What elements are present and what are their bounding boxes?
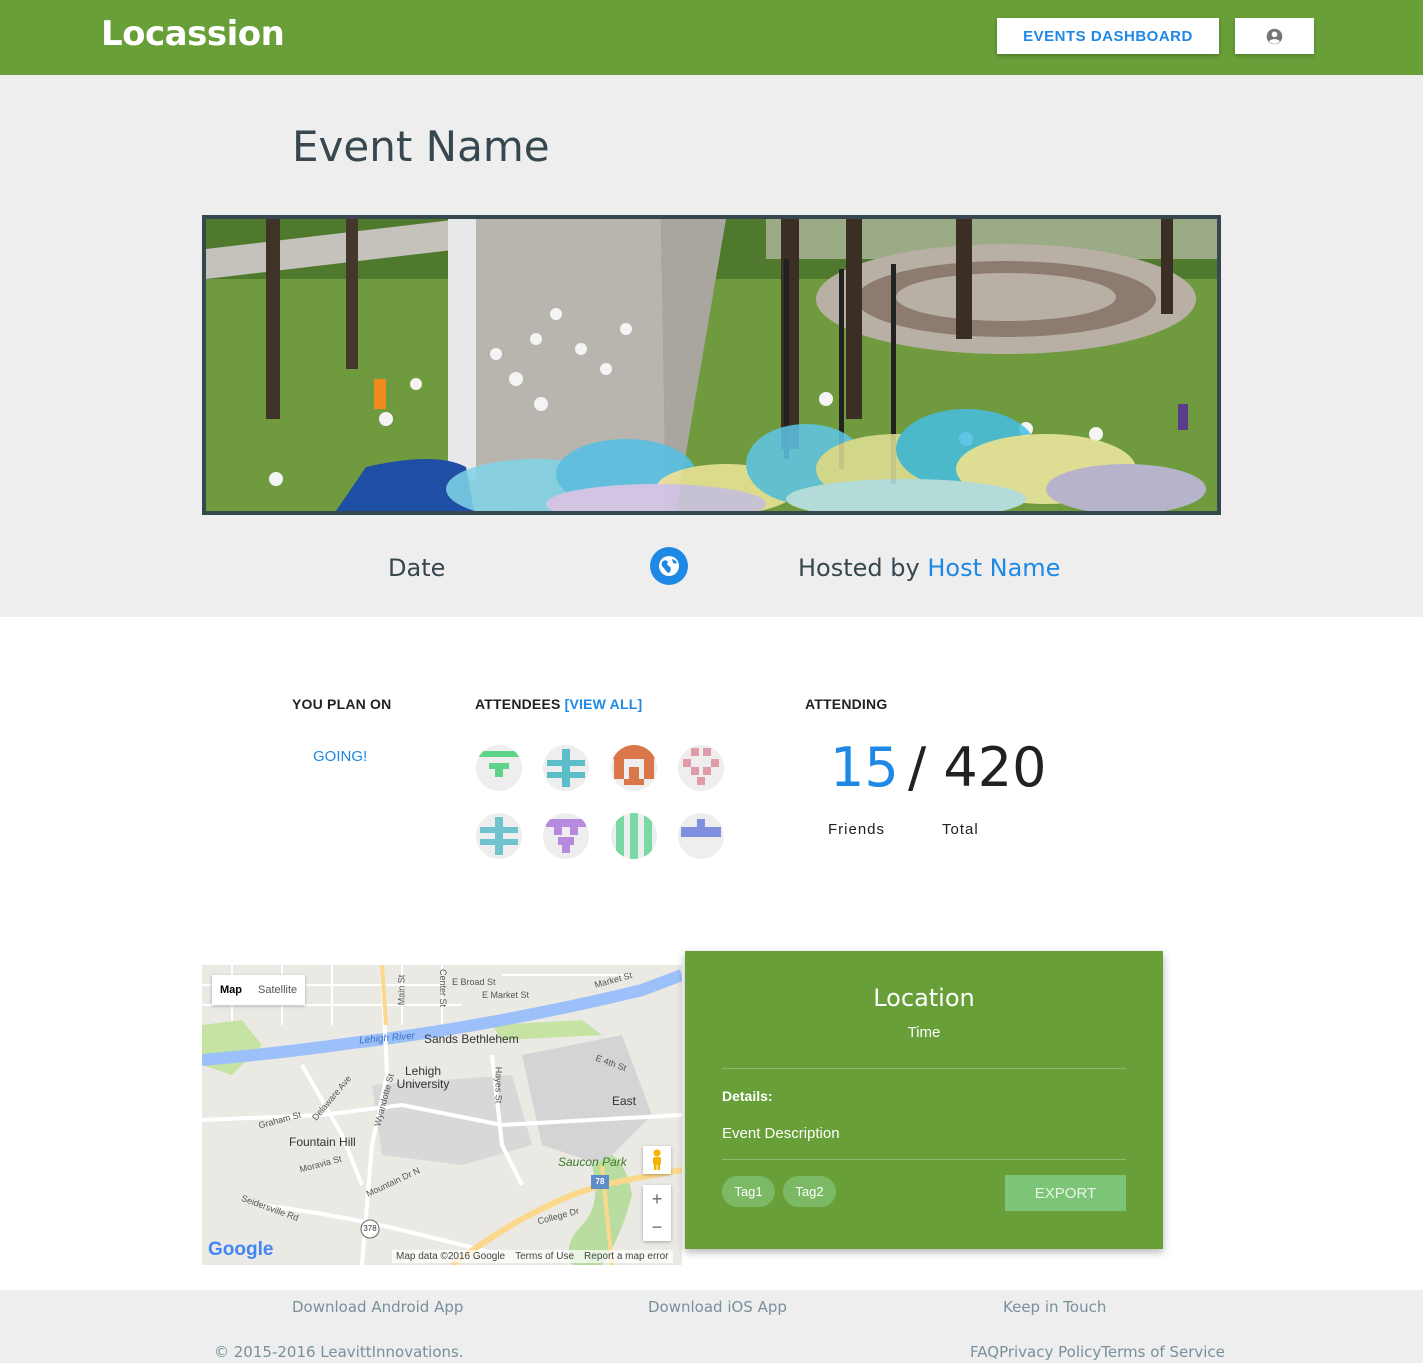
- zoom-control: + −: [643, 1185, 671, 1241]
- event-map[interactable]: East Lehigh River Sands Bethlehem Lehigh…: [202, 965, 682, 1265]
- page-title: Event Name: [292, 122, 550, 171]
- attendee-avatar[interactable]: [678, 813, 724, 859]
- details-label: Details:: [722, 1088, 773, 1104]
- attendee-avatar[interactable]: [476, 745, 522, 791]
- google-logo-text: Google: [208, 1239, 274, 1260]
- map-label-e-broad-st: E Broad St: [452, 977, 496, 987]
- friends-attending-count: 15: [830, 736, 899, 799]
- event-time: Time: [907, 1024, 941, 1041]
- location-title: Location: [873, 984, 975, 1012]
- attendees-label: ATTENDEES: [475, 696, 565, 712]
- attendee-avatar[interactable]: [543, 745, 589, 791]
- attendee-avatar[interactable]: [476, 813, 522, 859]
- event-banner-image: [202, 215, 1221, 515]
- map-label-lehigh-university: Lehigh University: [396, 1064, 450, 1091]
- host-name-link[interactable]: Host Name: [927, 554, 1060, 582]
- faq-link[interactable]: FAQ: [970, 1343, 999, 1361]
- zoom-in-button[interactable]: +: [643, 1185, 671, 1213]
- divider: [722, 1159, 1126, 1160]
- map-type-satellite-button[interactable]: Satellite: [250, 975, 305, 1005]
- event-description: Event Description: [722, 1125, 840, 1142]
- attendees-heading: ATTENDEES [VIEW ALL]: [475, 696, 642, 712]
- page-footer: Download Android App Download iOS App Ke…: [0, 1290, 1423, 1363]
- google-logo: Google: [208, 1239, 273, 1261]
- map-data-text: Map data ©2016 Google: [396, 1251, 506, 1262]
- map-report-link[interactable]: Report a map error: [584, 1251, 668, 1262]
- map-terms-link[interactable]: Terms of Use: [515, 1251, 574, 1262]
- map-label-sands-bethlehem: Sands Bethlehem: [424, 1032, 519, 1046]
- map-label-east: East: [612, 1094, 637, 1108]
- total-attending-count: / 420: [908, 736, 1047, 799]
- account-button[interactable]: [1235, 18, 1314, 54]
- privacy-policy-link[interactable]: Privacy Policy: [999, 1343, 1101, 1361]
- footer-legal-links: FAQPrivacy PolicyTerms of Service: [970, 1343, 1225, 1361]
- download-android-link[interactable]: Download Android App: [292, 1298, 463, 1316]
- attendee-avatar[interactable]: [678, 745, 724, 791]
- route-shield-378: 378: [363, 1224, 377, 1233]
- attendee-avatar[interactable]: [543, 813, 589, 859]
- map-type-map-button[interactable]: Map: [212, 975, 250, 1005]
- total-label: Total: [942, 821, 979, 838]
- friends-label: Friends: [828, 821, 886, 838]
- map-attribution: Map data ©2016 Google Terms of Use Repor…: [392, 1250, 673, 1263]
- map-tiles: East: [202, 965, 682, 1265]
- view-all-attendees-link[interactable]: [VIEW ALL]: [565, 696, 643, 712]
- account-circle-icon: [1266, 28, 1283, 44]
- globe-icon[interactable]: [650, 547, 688, 585]
- you-plan-on-label: YOU PLAN ON: [292, 696, 392, 712]
- zoom-out-button[interactable]: −: [643, 1213, 671, 1241]
- attendee-avatar[interactable]: [611, 813, 657, 859]
- street-view-pegman[interactable]: [643, 1146, 671, 1174]
- map-label-e-market-st: E Market St: [482, 990, 530, 1000]
- location-card: Location Time Details: Event Description…: [685, 951, 1163, 1249]
- map-label-main-st: Main St: [396, 974, 407, 1006]
- copyright-text: © 2015-2016 LeavittInnovations.: [214, 1343, 464, 1361]
- divider: [722, 1068, 1126, 1069]
- top-app-bar: Locassion EVENTS DASHBOARD: [0, 0, 1423, 75]
- events-dashboard-button[interactable]: EVENTS DASHBOARD: [997, 18, 1219, 54]
- map-type-control: Map Satellite: [212, 975, 306, 1005]
- rsvp-status-going[interactable]: GOING!: [313, 748, 367, 765]
- hosted-by: Hosted by Host Name: [798, 554, 1060, 582]
- export-button[interactable]: EXPORT: [1005, 1175, 1126, 1211]
- map-label-hayes-st: Hayes St: [493, 1066, 504, 1104]
- pegman-icon: [653, 1149, 661, 1170]
- keep-in-touch-link[interactable]: Keep in Touch: [1003, 1298, 1106, 1316]
- banner-photo: [206, 219, 1217, 511]
- brand-logo[interactable]: Locassion: [101, 14, 285, 54]
- map-label-fountain-hill: Fountain Hill: [289, 1135, 356, 1149]
- terms-of-service-link[interactable]: Terms of Service: [1101, 1343, 1225, 1361]
- attendee-avatar[interactable]: [611, 745, 657, 791]
- hosted-by-label: Hosted by: [798, 554, 928, 582]
- tag-chip[interactable]: Tag1: [722, 1176, 775, 1207]
- download-ios-link[interactable]: Download iOS App: [648, 1298, 787, 1316]
- map-label-center-st: Center St: [438, 968, 449, 1008]
- attending-label: ATTENDING: [805, 696, 888, 712]
- route-shield-78: 78: [595, 1177, 605, 1186]
- event-date: Date: [388, 554, 446, 582]
- tag-chip[interactable]: Tag2: [783, 1176, 836, 1207]
- map-label-saucon-park: Saucon Park: [558, 1155, 627, 1169]
